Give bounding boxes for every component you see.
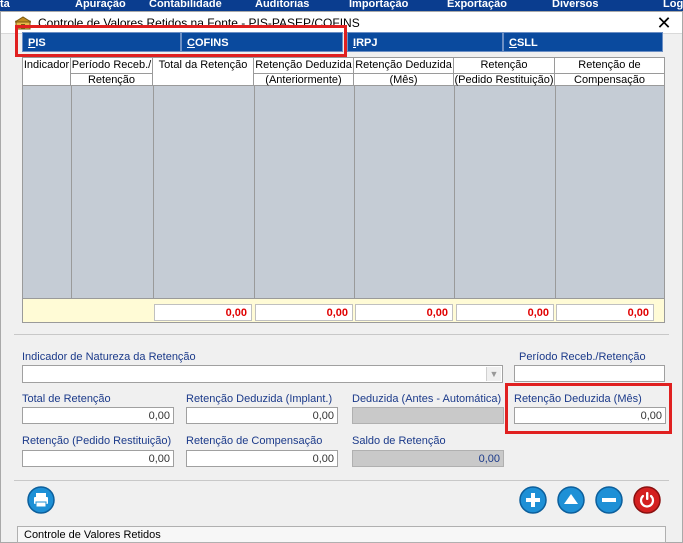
power-icon [633,486,661,514]
deduzida-antes-label: Deduzida (Antes - Automática) [352,393,502,405]
grid-divider [71,86,72,298]
menu-item-contabilidade[interactable]: Contabilidade [149,0,222,10]
pedido-restituicao-label: Retenção (Pedido Restituição) [22,435,172,447]
app-menu-bar: ta Apuração Contabilidade Auditorias Imp… [0,0,683,11]
column-header-total[interactable]: Total da Retenção [153,58,254,86]
printer-icon [27,486,55,514]
indicador-label: Indicador de Natureza da Retenção [22,351,196,363]
total-deduzida-mes-sum: 0,00 [355,304,453,321]
grid-header: Indicador Período Receb./Retenção Total … [23,58,664,86]
total-retencao-field[interactable]: 0,00 [22,407,174,424]
total-pedido-restituicao-sum: 0,00 [456,304,554,321]
compensacao-label: Retenção de Compensação [186,435,323,447]
grid-totals-row: 0,00 0,00 0,00 0,00 0,00 [23,298,664,322]
arrow-up-icon [557,486,585,514]
total-compensacao-sum: 0,00 [556,304,654,321]
app-icon [15,16,31,30]
add-button[interactable] [519,486,547,514]
column-header-periodo[interactable]: Período Receb./Retenção [71,58,153,86]
retention-grid[interactable]: Indicador Período Receb./Retenção Total … [22,57,665,323]
column-header-pedido-restituicao[interactable]: Retenção (Pedido Restituição) [454,58,555,86]
tab-pis[interactable]: PIS [22,32,181,52]
tab-csll[interactable]: CSLL [503,32,663,52]
total-retencao-label: Total de Retenção [22,393,111,405]
plus-icon [519,486,547,514]
grid-divider [454,86,455,298]
menu-item-log[interactable]: Log [663,0,683,10]
grid-body[interactable] [23,86,664,298]
saldo-label: Saldo de Retenção [352,435,446,447]
deduzida-implant-field[interactable]: 0,00 [186,407,338,424]
minus-icon [595,486,623,514]
menu-item-exportacao[interactable]: Exportação [447,0,507,10]
tab-csll-mnemonic: C [509,37,517,49]
saldo-field: 0,00 [352,450,504,467]
remove-button[interactable] [595,486,623,514]
column-header-deduzida-mes[interactable]: Retenção Deduzida (Mês) [354,58,454,86]
status-bar: Controle de Valores Retidos [17,526,666,543]
total-deduzida-anteriormente-sum: 0,00 [255,304,353,321]
menu-item-importacao[interactable]: Importação [349,0,408,10]
compensacao-field[interactable]: 0,00 [186,450,338,467]
menu-item[interactable]: ta [0,0,10,10]
exit-button[interactable] [633,486,661,514]
tab-irpj-label: RPJ [356,37,378,49]
periodo-label: Período Receb./Retenção [519,351,646,363]
total-retencao-sum: 0,00 [154,304,252,321]
menu-item-diversos[interactable]: Diversos [552,0,598,10]
print-button[interactable] [27,486,55,514]
divider [14,334,669,335]
divider [14,480,669,481]
column-header-indicador[interactable]: Indicador [23,58,71,86]
tab-cofins-label: OFINS [194,37,229,49]
pedido-restituicao-field[interactable]: 0,00 [22,450,174,467]
chevron-down-icon[interactable]: ▼ [486,367,501,381]
column-header-compensacao[interactable]: Retenção de Compensação [555,58,664,86]
deduzida-implant-label: Retenção Deduzida (Implant.) [186,393,333,405]
grid-divider [254,86,255,298]
tab-cofins[interactable]: COFINS [181,32,343,52]
periodo-field[interactable] [514,365,665,382]
column-header-deduzida-anteriormente[interactable]: Retenção Deduzida (Anteriormente) [254,58,354,86]
move-up-button[interactable] [557,486,585,514]
menu-item-apuracao[interactable]: Apuração [75,0,126,10]
tab-pis-label: IS [35,37,46,49]
grid-divider [354,86,355,298]
menu-item-auditorias[interactable]: Auditorias [255,0,309,10]
window-title: Controle de Valores Retidos na Fonte - P… [38,16,360,30]
title-bar: Controle de Valores Retidos na Fonte - P… [1,12,682,34]
deduzida-mes-label: Retenção Deduzida (Mês) [514,393,642,405]
deduzida-antes-field [352,407,504,424]
close-icon[interactable]: ✕ [654,13,674,33]
grid-divider [555,86,556,298]
grid-divider [153,86,154,298]
tab-cofins-mnemonic: C [187,37,195,49]
deduzida-mes-field[interactable]: 0,00 [514,407,666,424]
tab-csll-label: SLL [516,37,538,49]
tab-irpj[interactable]: IRPJ [347,32,503,52]
indicador-select[interactable]: ▼ [22,365,503,383]
tab-bar: PIS COFINS IRPJ CSLL [22,32,663,52]
